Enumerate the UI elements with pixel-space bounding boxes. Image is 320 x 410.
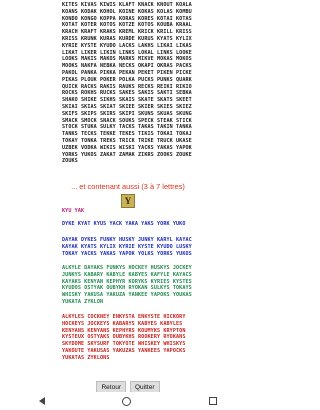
- word-row: YAKOUTE YAKUSAS YAKUZAS YANKEES YAPOCKS: [62, 347, 186, 354]
- home-icon[interactable]: [122, 396, 132, 406]
- word-row: SKYDOME SKYSURF TOKYOTE WHISKEY WHISKYS: [62, 341, 186, 348]
- word-row: JUNKYS KABARY KABYLE KABYES KAFYLE KAYAC…: [62, 271, 192, 278]
- word-row: KYUDOS OSTYAK OUBYKH RYOKAN SULKYS TOKAY…: [62, 285, 192, 292]
- word-row: KOTAT KOTER KOTOS KOTZE KOTOS KOUBA KRAA…: [62, 22, 192, 29]
- word-row: PAKOL PANKA PIKKA PEKAN PEKET PIKEN PICK…: [62, 69, 192, 76]
- word-list-4-letters: DYKE KYAT KYUS YACK YAKA YAKS YORK YUKO: [62, 221, 242, 228]
- word-row: TOKAY YACKS YAKAS YAPOK YOLKS YORKS YUKO…: [62, 250, 192, 257]
- word-list-5-letters: DAYAK DYKES FUNKY HUSKY JUNKY KARYL KAYA…: [62, 237, 242, 257]
- word-list-main: KITES KIVAS KIWIS KLAFT KNACK KNOUT KOAL…: [62, 2, 242, 165]
- word-row: HOCKEYS JOCKEYS KABARYS KABYES KABYLES: [62, 320, 183, 327]
- word-row: KONDO KONGO KOPPA KORAS KORES KOTAI KOTA…: [62, 15, 192, 22]
- word-row: PIKAS PLOUK POKER POLKA PUCKS PUNKS QUAR…: [62, 76, 192, 83]
- navigation-bar: [0, 392, 256, 410]
- word-row: SHAKO SHIKE SIKHS SKAIS SKATE SKATS SKEE…: [62, 97, 192, 104]
- word-row: SKIFS SKIPS SKIRS SKIPI SKUNS SKUAS SKUN…: [62, 110, 192, 117]
- word-row: TOKAY TONKA TREKS TRICK TRIKE TRUCK UKAS…: [62, 137, 192, 144]
- word-row: KOANS KODAK KOHOL KOINE KOKAS KOLAS KOMB…: [62, 8, 192, 15]
- word-row: LIKAT LIKER LIKIN LINKS LOKAL LINKS LOOK…: [62, 49, 192, 56]
- word-row: KAYAK KYATS KYLIX KYRIE KYSTE KYUDO LUSK…: [62, 243, 192, 250]
- word-row: ZOUKS: [62, 158, 78, 165]
- word-row: KYRIE KYSTE KYUDO LACKS LAKHS LIKAI LIKA…: [62, 42, 192, 49]
- word-row: LOOKS MAKIS MAKOS MARKS MIKVE MOKAS MOKO…: [62, 56, 192, 63]
- word-row: MOOKS NAKFA NEBKA NECKS OKAPI OKRAS PACK…: [62, 63, 192, 70]
- word-row: UZBEK VODKA WIKIS WISKI YACKS YAKAS YAPO…: [62, 144, 192, 151]
- recent-apps-icon[interactable]: [209, 397, 218, 405]
- y-letter-label: Y: [124, 196, 132, 206]
- word-list-7-letters: ALKYLES COCKNEY ENKYSTA ENKYSTE HICKORY H…: [62, 314, 242, 362]
- word-row: KRACH KRAFT KRAKS KREML KRICK KRILL KRIS…: [62, 29, 192, 36]
- word-row: TANKS TECKS TEKKE TEKES TIKIS TOKAI TOKA…: [62, 131, 192, 138]
- word-list-2-3-letters: KYU YAK: [62, 208, 242, 215]
- word-row: SKIAI SKIAS SKIAT SKIEE SKIER SKIES SKIE…: [62, 103, 192, 110]
- word-row: ROCKS ROKHS RUCKS SAKES SAKIS SAKTI SEBK…: [62, 90, 192, 97]
- word-row: ALKYLES COCKNEY ENKYSTA ENKYSTE HICKORY: [62, 314, 186, 320]
- word-row: STOCK STUKA SULKY TACKS TAKAS TAKIN TANK…: [62, 124, 192, 131]
- word-row: KRISS KRUNK KURAS KURDE KURUS KYATS KYLI…: [62, 35, 192, 42]
- word-list-6-letters: ALKYLE DAYAKS FUNKYS HOCKEY HUSKYS JOCKE…: [62, 265, 242, 306]
- word-row: ALKYLE DAYAKS FUNKYS HOCKEY HUSKYS JOCKE…: [62, 265, 192, 271]
- word-row: QUICK RACKS RAKIS RAUKS RECKS REIKI RIKI…: [62, 83, 192, 90]
- word-row: DYKE KYAT KYUS YACK YAKA YAKS YORK YUKO: [62, 221, 186, 227]
- subtitle: ... et contenant aussi (3 à 7 lettres): [71, 182, 185, 191]
- word-row: KYSTEUX OSTYAKS OUBYKHS ROOKERY RYOKANS: [62, 334, 186, 341]
- word-row: KENYANS KENYANS KEPHYRS KOUMYKS KRYPTON: [62, 327, 186, 334]
- word-row: YUKATA ZYKLON: [62, 298, 104, 305]
- word-row: WHISKY YAKUSA YAKUZA YANKEE YAPOKS YOUKA…: [62, 292, 192, 299]
- y-letter-button[interactable]: Y: [121, 194, 135, 208]
- word-row: SMACK SMOCK SNACK SOUKS SPECK STEAK STIC…: [62, 117, 192, 124]
- word-row: KITES KIVAS KIWIS KLAFT KNACK KNOUT KOAL…: [62, 2, 192, 8]
- word-row: KAYAKS KENYAN KEPHYR KORYKS KYRIES KYSTE…: [62, 278, 192, 285]
- word-row: KYU YAK: [62, 208, 85, 214]
- word-row: YORKS YUKOS ZAKAT ZAMAK ZIKRS ZOOKS ZOUK…: [62, 151, 192, 158]
- word-row: YUKATAS ZYKLONS: [62, 354, 110, 361]
- back-icon[interactable]: [38, 397, 45, 405]
- word-row: DAYAK DYKES FUNKY HUSKY JUNKY KARYL KAYA…: [62, 237, 192, 243]
